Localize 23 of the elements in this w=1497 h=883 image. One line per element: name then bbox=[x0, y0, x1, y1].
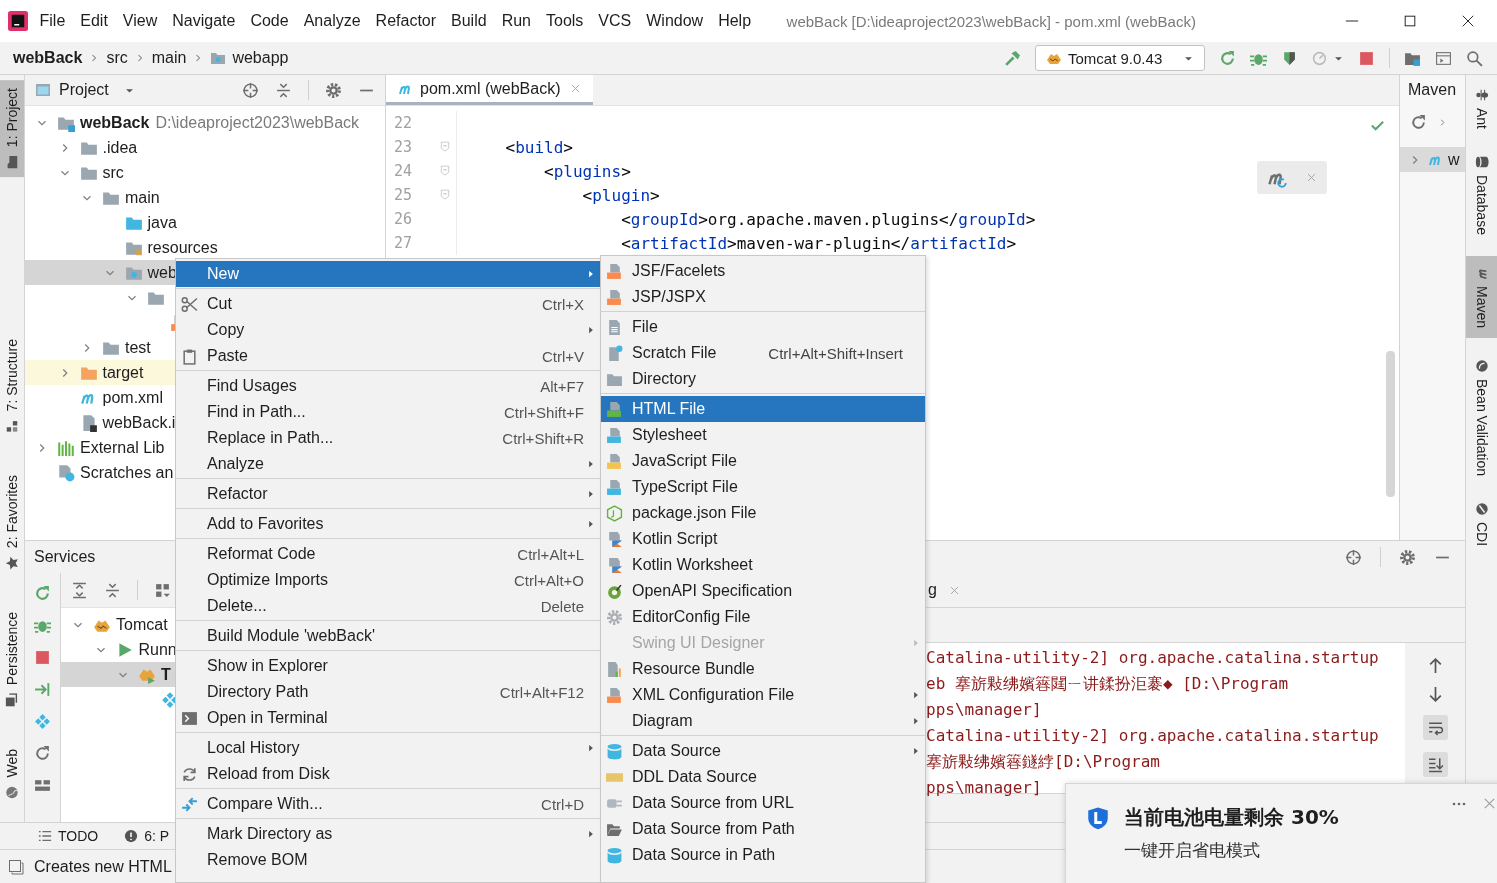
panel-title: Services bbox=[34, 548, 96, 566]
console-line: eb 搴旂敤绋嬪簭閮ㄧ讲鍒扮洰褰◆ [D:\Program bbox=[926, 673, 1290, 695]
code-line: <build> bbox=[504, 137, 573, 157]
code-line: <artifactId>maven-war-plugin</artifactId> bbox=[620, 233, 1017, 253]
line-number: 26 bbox=[393, 210, 414, 228]
line-number: 27 bbox=[393, 234, 414, 252]
console-line: 搴旂敤绋嬪簭鐩綍[D:\Program bbox=[926, 751, 1161, 773]
line-number: 25 bbox=[393, 186, 414, 204]
line-number: 23 bbox=[393, 138, 414, 156]
line-number: 24 bbox=[393, 162, 414, 180]
window-title: webBack [D:\ideaproject2023\webBack] - pom.xml (webBack) bbox=[786, 12, 1196, 30]
panel-title: Maven bbox=[1408, 81, 1457, 99]
notification-text: 一键开启省电模式 bbox=[1124, 839, 1261, 862]
code-line: <plugin> bbox=[581, 185, 660, 205]
code-line: <plugins> bbox=[543, 161, 631, 181]
code-line: <groupId>org.apache.maven.plugins</groupId> bbox=[620, 209, 1036, 229]
console-line: Catalina-utility-2] org.apache.catalina.startup bbox=[926, 647, 1380, 669]
notification-title: 当前电池电量剩余 30% bbox=[1124, 804, 1339, 831]
status-message: Creates new HTML bbox=[34, 858, 172, 876]
console-line: Catalina-utility-2] org.apache.catalina.startup bbox=[926, 725, 1380, 747]
line-number: 22 bbox=[393, 114, 414, 132]
console-line: pps\manager] bbox=[926, 699, 1043, 721]
console-line: pps\manager] bbox=[926, 777, 1043, 799]
